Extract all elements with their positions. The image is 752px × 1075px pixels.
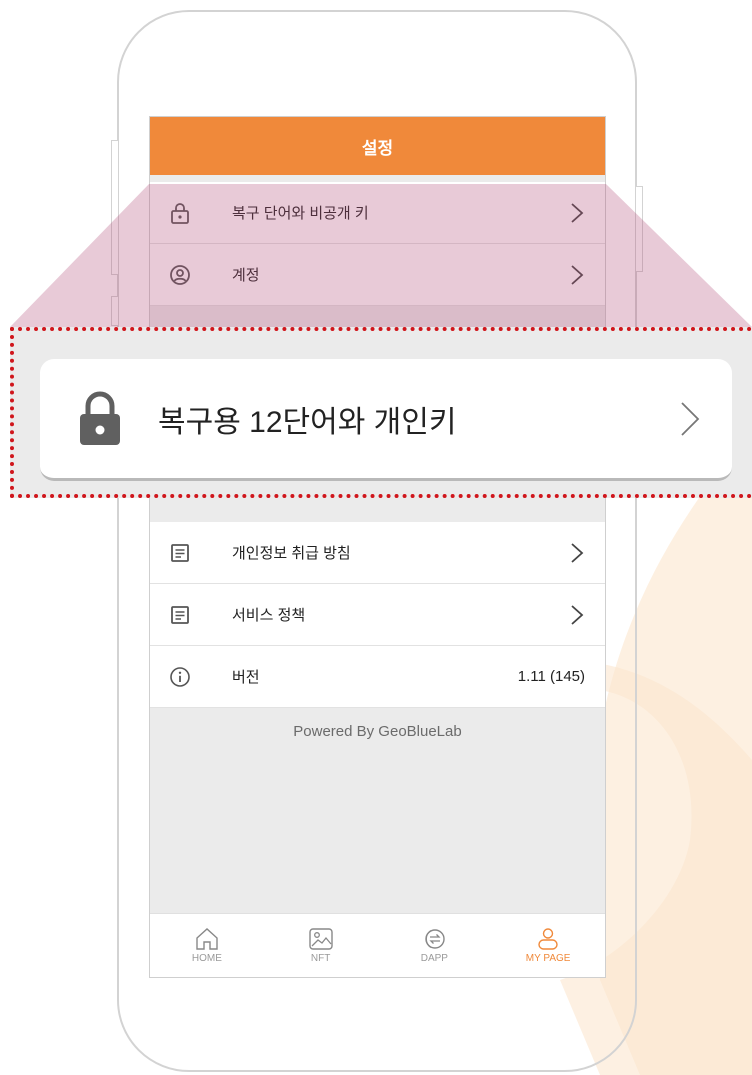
settings-item-version: 버전 1.11 (145)	[150, 646, 605, 708]
tab-dapp[interactable]: DAPP	[378, 914, 492, 977]
settings-list-bottom: 개인정보 취급 방침 서비스 정책 버전 1.11 (145)	[150, 522, 605, 708]
settings-item-service-policy[interactable]: 서비스 정책	[150, 584, 605, 646]
tab-label: NFT	[310, 953, 331, 964]
tab-label: DAPP	[420, 953, 448, 964]
image-icon	[308, 928, 333, 950]
user-icon	[538, 928, 558, 950]
callout-recovery-item[interactable]: 복구용 12단어와 개인키	[40, 359, 732, 481]
bottom-tab-bar: HOME NFT DAPP MY PAGE	[150, 913, 605, 977]
tab-nft[interactable]: NFT	[264, 914, 378, 977]
document-icon	[168, 541, 192, 565]
phone-side-button	[111, 140, 118, 275]
dapp-icon	[425, 929, 446, 949]
tab-label: HOME	[191, 953, 222, 964]
chevron-right-icon	[571, 542, 584, 563]
settings-list-top: 복구 단어와 비공개 키 계정	[150, 182, 605, 306]
tab-home[interactable]: HOME	[150, 914, 264, 977]
settings-item-label: 서비스 정책	[232, 607, 306, 624]
chevron-right-icon	[681, 401, 700, 436]
lock-icon	[168, 201, 192, 225]
settings-item-privacy-policy[interactable]: 개인정보 취급 방침	[150, 522, 605, 584]
powered-by-text: Powered By GeoBlueLab	[293, 723, 462, 740]
chevron-right-icon	[571, 202, 584, 223]
settings-item-label: 버전	[232, 669, 260, 686]
tab-label: MY PAGE	[525, 953, 571, 964]
callout-label: 복구용 12단어와 개인키	[158, 405, 457, 439]
home-icon	[196, 928, 218, 950]
app-screen: 설정 복구 단어와 비공개 키 계정 개인정보 취급 방침 서비스 정책 버전 …	[149, 116, 606, 978]
lock-icon	[80, 391, 120, 445]
phone-power-button	[636, 186, 643, 272]
settings-item-recovery-keys[interactable]: 복구 단어와 비공개 키	[150, 182, 605, 244]
phone-side-button	[111, 296, 118, 326]
document-icon	[168, 603, 192, 627]
chevron-right-icon	[571, 264, 584, 285]
account-circle-icon	[168, 263, 192, 287]
chevron-right-icon	[571, 604, 584, 625]
info-icon	[168, 665, 192, 689]
settings-item-account[interactable]: 계정	[150, 244, 605, 306]
header-title: 설정	[150, 117, 605, 175]
settings-item-label: 개인정보 취급 방침	[232, 545, 351, 562]
tab-my-page[interactable]: MY PAGE	[491, 914, 605, 977]
settings-item-label: 복구 단어와 비공개 키	[232, 205, 369, 222]
zoom-callout: 복구용 12단어와 개인키	[10, 327, 752, 498]
settings-item-label: 계정	[232, 267, 260, 284]
version-value: 1.11 (145)	[517, 668, 585, 685]
